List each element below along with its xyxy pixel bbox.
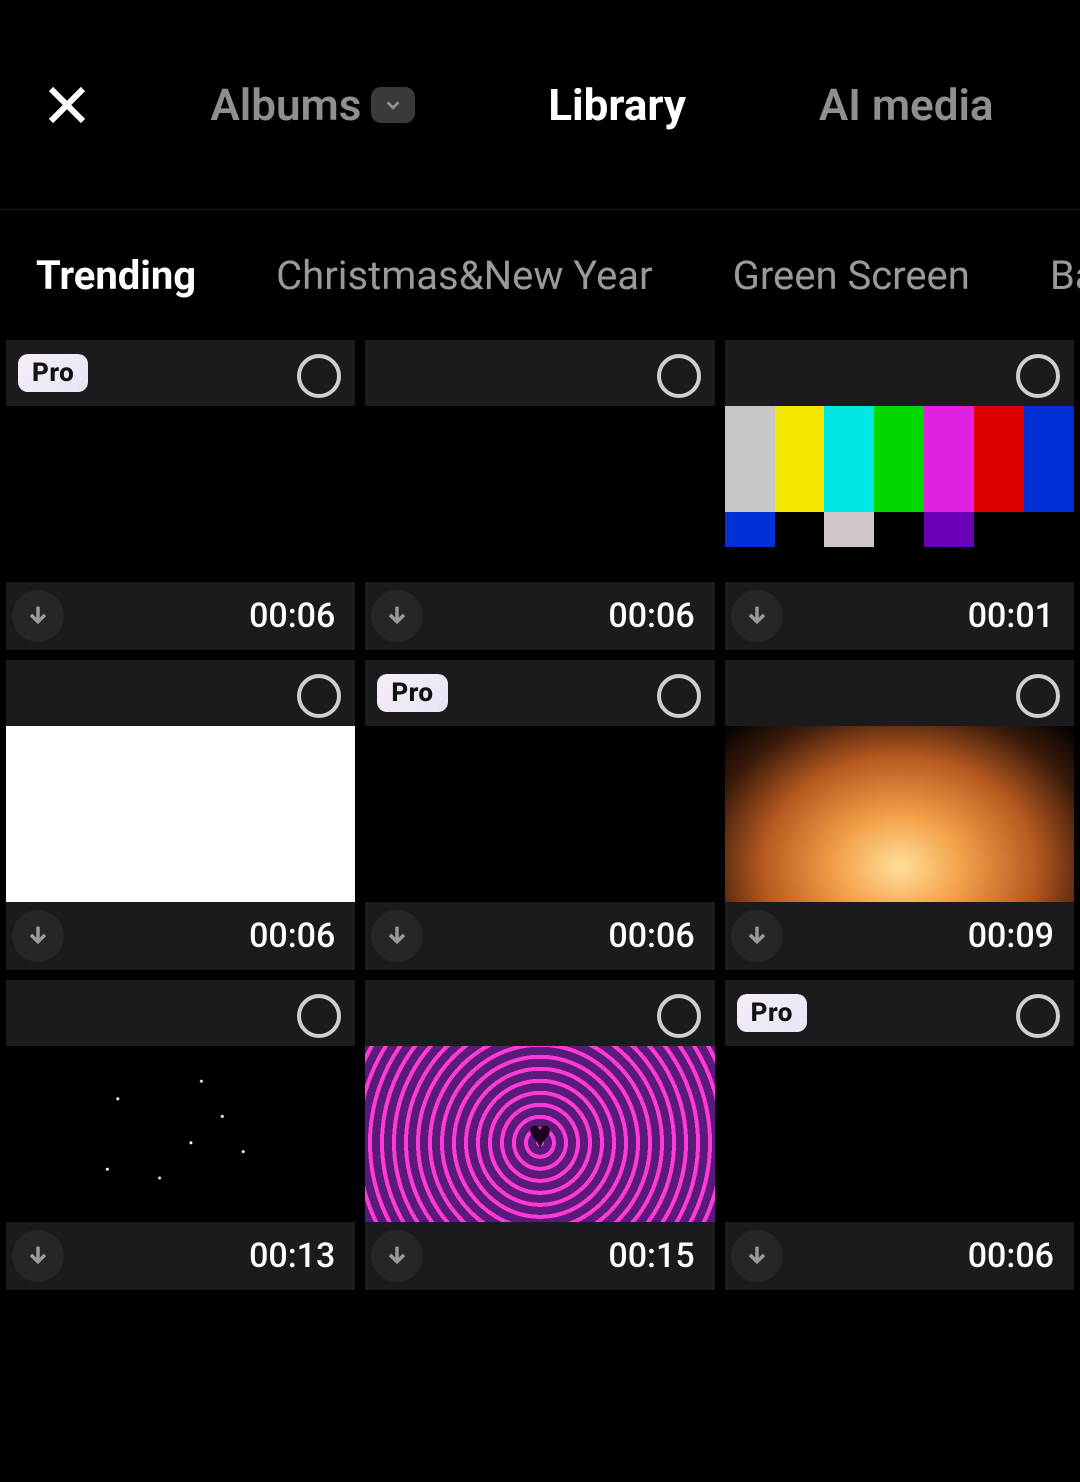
clip-thumbnail[interactable]	[365, 406, 714, 582]
card-bottom: 00:06	[6, 902, 355, 970]
card-bottom: 00:06	[725, 1222, 1074, 1290]
download-button[interactable]	[12, 1230, 64, 1282]
download-icon	[743, 922, 771, 950]
app-screen: Albums Library AI media Trending Christm…	[0, 0, 1080, 1482]
select-toggle[interactable]	[657, 994, 701, 1038]
download-button[interactable]	[731, 1230, 783, 1282]
clip-thumbnail[interactable]	[725, 1046, 1074, 1222]
clip-duration: 00:06	[249, 916, 335, 956]
card-top: Pro	[6, 340, 355, 406]
card-top: Pro	[725, 980, 1074, 1046]
clip-card[interactable]: Pro 00:06	[6, 340, 355, 650]
clip-duration: 00:01	[968, 596, 1054, 636]
clip-card[interactable]: 00:01	[725, 340, 1074, 650]
clip-thumbnail[interactable]	[365, 1046, 714, 1222]
header: Albums Library AI media	[0, 0, 1080, 210]
card-bottom: 00:13	[6, 1222, 355, 1290]
clip-card[interactable]: 00:15	[365, 980, 714, 1290]
download-icon	[383, 602, 411, 630]
clip-duration: 00:09	[968, 916, 1054, 956]
clip-card[interactable]: 00:13	[6, 980, 355, 1290]
download-icon	[24, 1242, 52, 1270]
tab-library[interactable]: Library	[548, 79, 686, 131]
download-button[interactable]	[12, 590, 64, 642]
download-icon	[743, 602, 771, 630]
close-icon	[43, 81, 91, 129]
clip-card[interactable]: 00:09	[725, 660, 1074, 970]
card-top: Pro	[365, 660, 714, 726]
category-trending[interactable]: Trending	[36, 252, 196, 299]
card-top	[365, 980, 714, 1046]
download-icon	[383, 1242, 411, 1270]
clip-thumbnail[interactable]	[6, 406, 355, 582]
download-icon	[24, 602, 52, 630]
albums-dropdown[interactable]	[371, 87, 415, 123]
card-top	[365, 340, 714, 406]
select-toggle[interactable]	[1016, 994, 1060, 1038]
tab-label: Library	[548, 79, 686, 131]
clip-thumbnail[interactable]	[365, 726, 714, 902]
download-button[interactable]	[371, 910, 423, 962]
tab-label: Albums	[210, 79, 361, 131]
category-tabs[interactable]: Trending Christmas&New Year Green Screen…	[0, 210, 1080, 340]
select-toggle[interactable]	[297, 674, 341, 718]
select-toggle[interactable]	[657, 354, 701, 398]
download-button[interactable]	[371, 1230, 423, 1282]
clip-duration: 00:15	[608, 1236, 694, 1276]
select-toggle[interactable]	[657, 674, 701, 718]
card-bottom: 00:06	[6, 582, 355, 650]
pro-badge: Pro	[377, 674, 447, 712]
download-button[interactable]	[12, 910, 64, 962]
clip-duration: 00:13	[249, 1236, 335, 1276]
clip-thumbnail[interactable]	[6, 726, 355, 902]
clip-card[interactable]: 00:06	[6, 660, 355, 970]
clip-card[interactable]: 00:06	[365, 340, 714, 650]
card-bottom: 00:01	[725, 582, 1074, 650]
clip-card[interactable]: Pro 00:06	[365, 660, 714, 970]
select-toggle[interactable]	[1016, 674, 1060, 718]
card-bottom: 00:09	[725, 902, 1074, 970]
clip-thumbnail[interactable]	[725, 726, 1074, 902]
download-icon	[24, 922, 52, 950]
clip-thumbnail[interactable]	[725, 406, 1074, 582]
tab-label: AI media	[819, 79, 994, 131]
pro-badge: Pro	[737, 994, 807, 1032]
category-christmas-new-year[interactable]: Christmas&New Year	[276, 252, 652, 299]
download-button[interactable]	[731, 910, 783, 962]
clip-thumbnail[interactable]	[6, 1046, 355, 1222]
select-toggle[interactable]	[297, 354, 341, 398]
card-top	[6, 980, 355, 1046]
download-icon	[383, 922, 411, 950]
download-button[interactable]	[731, 590, 783, 642]
category-background[interactable]: Background	[1050, 252, 1080, 299]
pro-badge: Pro	[18, 354, 88, 392]
card-bottom: 00:15	[365, 1222, 714, 1290]
chevron-down-icon	[382, 94, 404, 116]
main-tabs: Albums Library AI media	[94, 79, 1040, 131]
card-bottom: 00:06	[365, 902, 714, 970]
clip-duration: 00:06	[968, 1236, 1054, 1276]
download-button[interactable]	[371, 590, 423, 642]
tab-ai-media[interactable]: AI media	[819, 79, 994, 131]
download-icon	[743, 1242, 771, 1270]
select-toggle[interactable]	[297, 994, 341, 1038]
select-toggle[interactable]	[1016, 354, 1060, 398]
clip-duration: 00:06	[608, 916, 694, 956]
tab-albums[interactable]: Albums	[210, 79, 415, 131]
close-button[interactable]	[40, 78, 94, 132]
card-bottom: 00:06	[365, 582, 714, 650]
clip-duration: 00:06	[608, 596, 694, 636]
card-top	[725, 340, 1074, 406]
category-green-screen[interactable]: Green Screen	[733, 252, 970, 299]
card-top	[725, 660, 1074, 726]
clip-grid: Pro 00:06 00:06	[0, 340, 1080, 1290]
clip-duration: 00:06	[249, 596, 335, 636]
clip-card[interactable]: Pro 00:06	[725, 980, 1074, 1290]
card-top	[6, 660, 355, 726]
